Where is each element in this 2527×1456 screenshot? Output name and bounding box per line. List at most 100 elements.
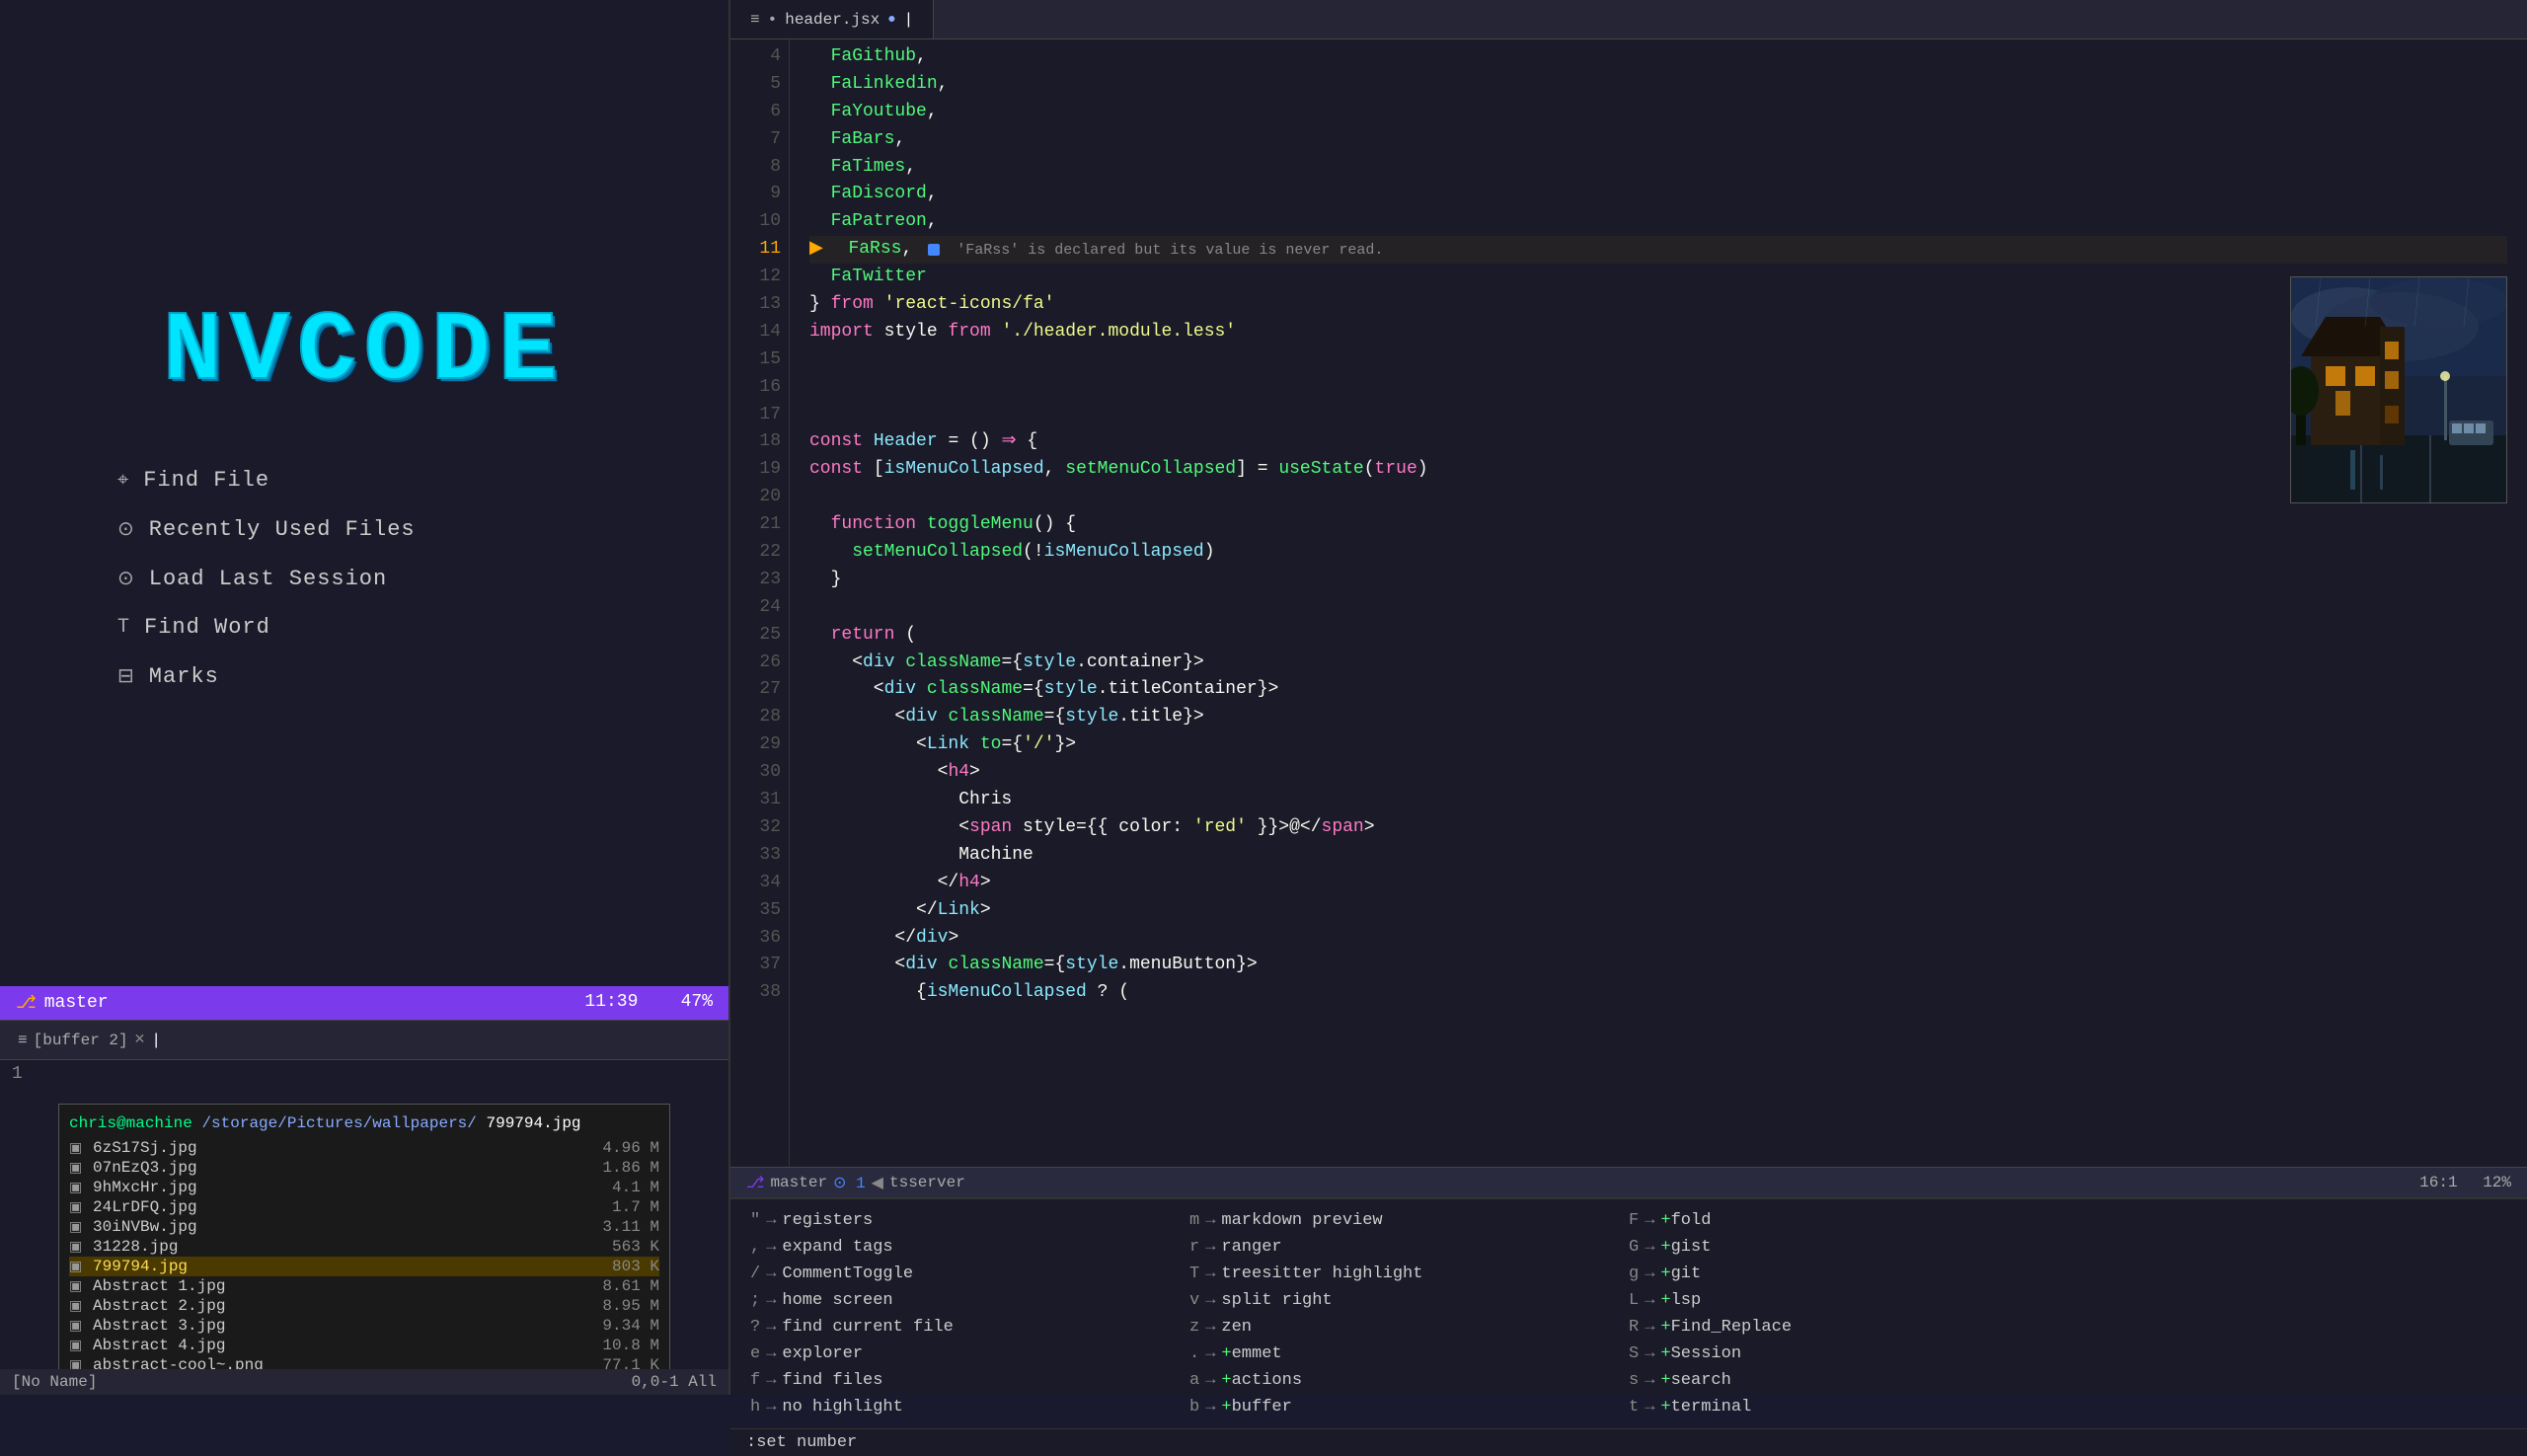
menu-marks[interactable]: ⊟ Marks [117,663,611,689]
terminal-content[interactable]: chris@machine /storage/Pictures/wallpape… [0,1088,728,1369]
fb-header: chris@machine /storage/Pictures/wallpape… [69,1114,659,1132]
hints-col-3: F → +fold G → +gist g → +git [1629,1207,2068,1420]
file-row-6-selected[interactable]: ▣ 799794.jpg 803 K [69,1257,659,1276]
hint-action: ranger [1221,1238,1281,1257]
code-line-37: <div className={style.menuButton}> [809,952,2507,979]
cursor-indicator: | [904,11,914,29]
buffer-tab[interactable]: ≡ [buffer 2] ✕ | [8,1030,171,1051]
hint-arrow: → [1205,1211,1215,1230]
hint-find-files: f → find files [750,1367,1189,1394]
code-line-32: <span style={{ color: 'red' }}>@</span> [809,814,2507,842]
buffer-line-number: 1 [0,1060,728,1088]
hint-action: CommentToggle [782,1264,913,1283]
menu-recently-used[interactable]: ⊙ Recently Used Files [117,516,611,542]
hint-arrow: → [766,1238,776,1257]
hint-arrow: → [1645,1318,1654,1337]
buffer-file-icon: ≡ [18,1032,28,1049]
file-row-0[interactable]: ▣ 6zS17Sj.jpg 4.96 M [69,1138,659,1158]
hint-key: s [1629,1371,1639,1390]
code-line-16 [809,374,2507,402]
hint-key: . [1189,1344,1199,1363]
file-size: 8.61 M [580,1277,659,1295]
hint-actions: a → +actions [1189,1367,1629,1394]
hint-key: ? [750,1318,760,1337]
file-row-10[interactable]: ▣ Abstract 4.jpg 10.8 M [69,1336,659,1355]
code-line-6: FaYoutube, [809,99,2507,126]
percent-right: 12% [2483,1174,2511,1191]
hint-key: b [1189,1398,1199,1417]
code-line-9: FaDiscord, [809,181,2507,208]
file-row-3[interactable]: ▣ 24LrDFQ.jpg 1.7 M [69,1197,659,1217]
file-name: 6zS17Sj.jpg [93,1139,573,1157]
hint-key: T [1189,1264,1199,1283]
hint-arrow: → [766,1211,776,1230]
command-line[interactable]: :set number [730,1428,2527,1456]
file-row-4[interactable]: ▣ 30iNVBw.jpg 3.11 M [69,1217,659,1237]
file-icon: ▣ [69,1259,85,1275]
hint-arrow: → [766,1291,776,1310]
hint-arrow: → [766,1264,776,1283]
fb-filename: 799794.jpg [487,1114,581,1132]
hint-action: split right [1221,1291,1332,1310]
file-row-8[interactable]: ▣ Abstract 2.jpg 8.95 M [69,1296,659,1316]
hint-arrow: → [1205,1344,1215,1363]
file-size: 803 K [580,1258,659,1275]
nvcode-logo: NVCODE [163,297,566,409]
file-row-1[interactable]: ▣ 07nEzQ3.jpg 1.86 M [69,1158,659,1178]
hint-action: treesitter highlight [1221,1264,1422,1283]
hint-fold: F → +fold [1629,1207,2068,1234]
hint-find-current: ? → find current file [750,1314,1189,1341]
file-row-7[interactable]: ▣ Abstract 1.jpg 8.61 M [69,1276,659,1296]
hint-arrow: → [1645,1211,1654,1230]
hint-action: find files [782,1371,882,1390]
right-tab-bar: ≡ • header.jsx ● | [730,0,2527,39]
hint-key: v [1189,1291,1199,1310]
hint-action: +fold [1660,1211,1711,1230]
code-area[interactable]: 4 5 6 7 8 9 10 11 12 13 14 15 16 17 18 1… [730,39,2527,1167]
file-icon: ▣ [69,1298,85,1315]
hint-explorer: e → explorer [750,1341,1189,1367]
code-line-36: </div> [809,925,2507,953]
branch-name: master [44,993,109,1013]
code-line-4: FaGithub, [809,43,2507,71]
hint-arrow: → [1205,1238,1215,1257]
file-tab-name: header.jsx [785,11,880,29]
arrow-icon: ◀ [872,1173,883,1192]
hint-key: F [1629,1211,1639,1230]
file-icon: ▣ [69,1140,85,1157]
code-line-10: FaPatreon, [809,208,2507,236]
hint-action: no highlight [782,1398,902,1417]
hint-session: S → +Session [1629,1341,2068,1367]
file-name: Abstract 3.jpg [93,1317,573,1335]
hint-action: +buffer [1221,1398,1291,1417]
hint-terminal: t → +terminal [1629,1394,2068,1420]
menu-find-word[interactable]: T Find Word [117,615,611,640]
right-status-position: 16:1 12% [2419,1174,2511,1191]
header-jsx-tab[interactable]: ≡ • header.jsx ● | [730,0,934,38]
find-word-icon: T [117,616,130,639]
hint-find-replace: R → +Find_Replace [1629,1314,2068,1341]
file-icon: ▣ [69,1357,85,1370]
menu-load-session[interactable]: ⊙ Load Last Session [117,566,611,591]
menu-find-file[interactable]: ⌖ Find File [117,468,611,493]
file-row-5[interactable]: ▣ 31228.jpg 563 K [69,1237,659,1257]
file-tab-dot: • [768,11,778,29]
file-row-11[interactable]: ▣ abstract-cool~.png 77.1 K [69,1355,659,1369]
position: 16:1 [2419,1174,2457,1191]
file-row-9[interactable]: ▣ Abstract 3.jpg 9.34 M [69,1316,659,1336]
line-numbers: 4 5 6 7 8 9 10 11 12 13 14 15 16 17 18 1… [730,39,790,1167]
hint-arrow: → [1645,1264,1654,1283]
hint-key: t [1629,1398,1639,1417]
error-message: 'FaRss' is declared but its value is nev… [948,239,1383,262]
logo-section: NVCODE ⌖ Find File ⊙ Recently Used Files… [0,0,728,986]
hint-action: +Session [1660,1344,1741,1363]
file-name: abstract-cool~.png [93,1356,573,1369]
bottom-left-status: [No Name] 0,0-1 All [0,1369,728,1395]
file-icon: ▣ [69,1318,85,1335]
left-pane: NVCODE ⌖ Find File ⊙ Recently Used Files… [0,0,730,1395]
buffer-close-button[interactable]: ✕ [134,1032,146,1048]
hint-key: S [1629,1344,1639,1363]
hint-action: explorer [782,1344,863,1363]
file-row-2[interactable]: ▣ 9hMxcHr.jpg 4.1 M [69,1178,659,1197]
hint-action: +emmet [1221,1344,1281,1363]
